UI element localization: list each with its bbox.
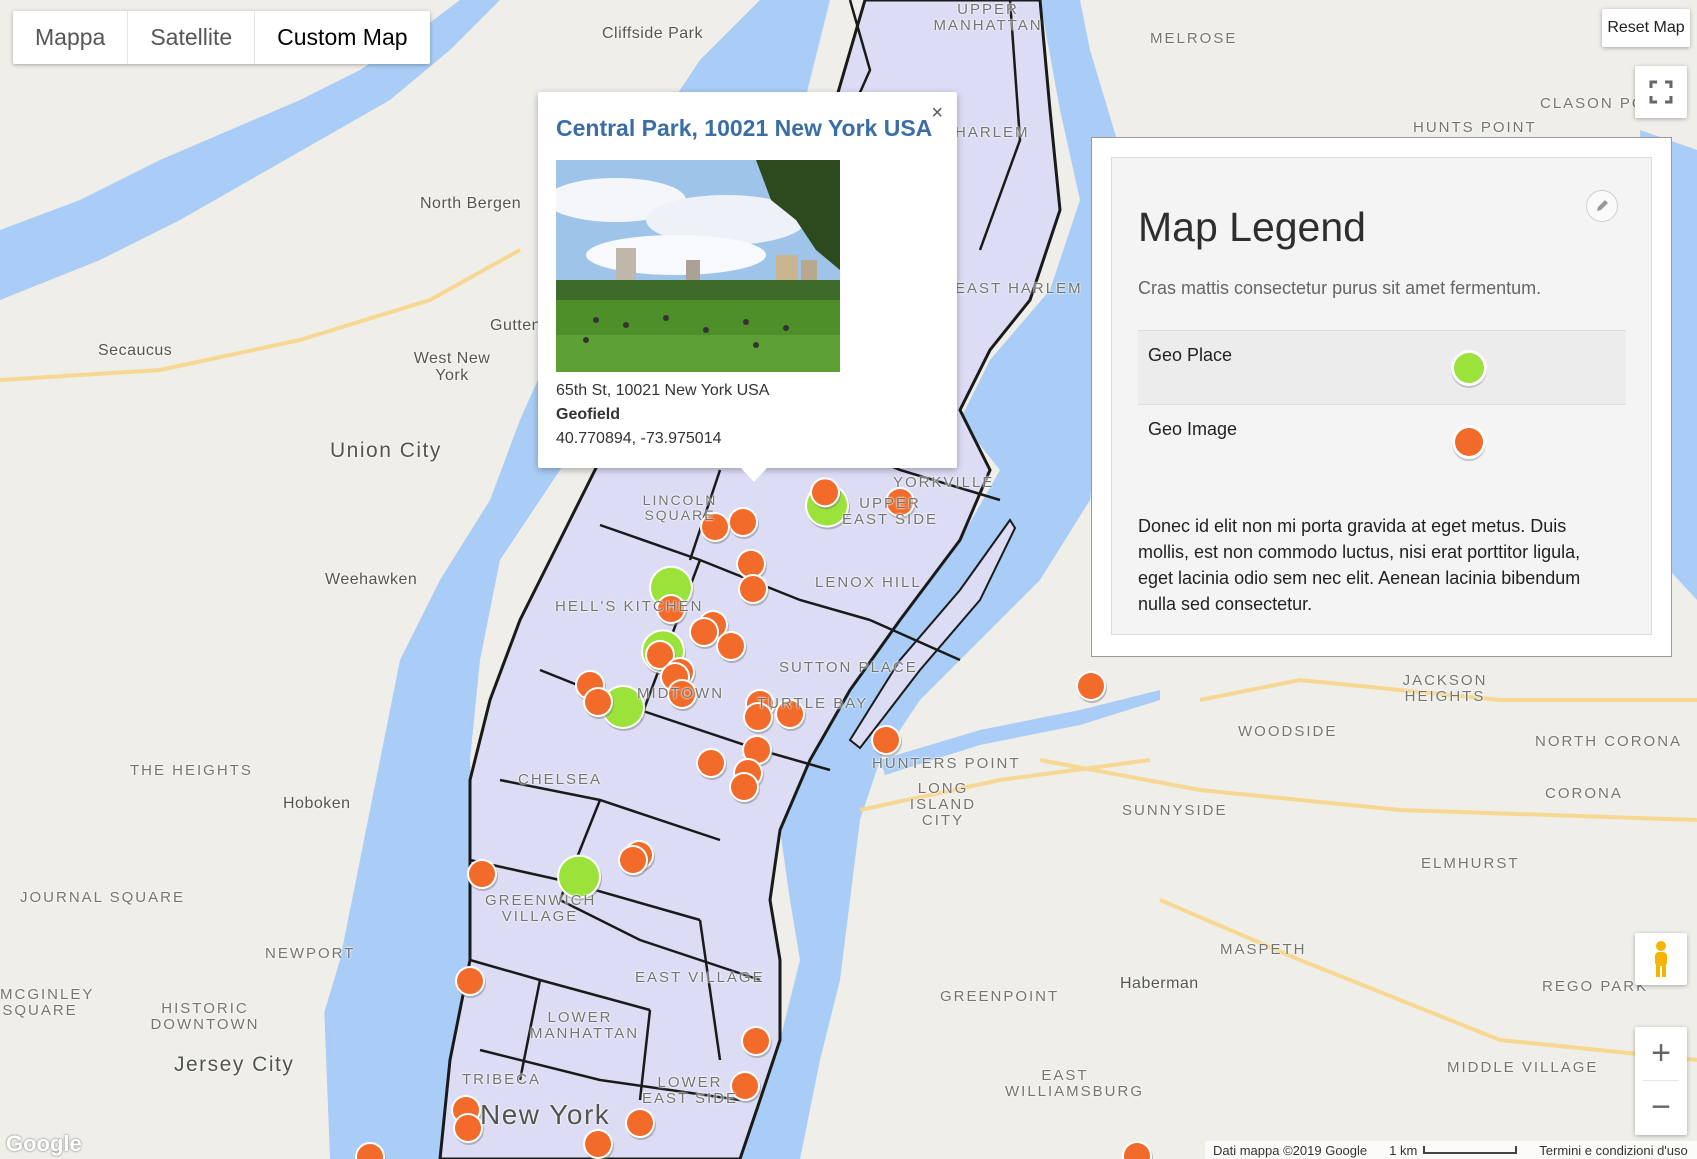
label-greenwich-village: GREENWICH VILLAGE xyxy=(485,892,597,925)
zoom-control: + − xyxy=(1635,1027,1687,1135)
label-chelsea: CHELSEA xyxy=(518,771,603,788)
label-hunts-point: HUNTS POINT xyxy=(1413,119,1537,136)
pencil-icon xyxy=(1597,200,1608,211)
label-greenpoint: GREENPOINT xyxy=(940,988,1060,1005)
label-woodside: WOODSIDE xyxy=(1238,723,1338,740)
label-elmhurst: ELMHURST xyxy=(1421,855,1520,872)
legend-table: Geo Place Geo Image xyxy=(1138,330,1626,478)
label-hunters-point: HUNTERS POINT xyxy=(872,755,1021,772)
label-long-island-city: LONG ISLAND CITY xyxy=(909,780,977,829)
legend-card: Map Legend Cras mattis consectetur purus… xyxy=(1111,157,1652,635)
info-address: 65th St, 10021 New York USA xyxy=(556,382,770,399)
legend-row-geo-place: Geo Place xyxy=(1138,330,1626,404)
label-north-bergen: North Bergen xyxy=(420,195,522,212)
legend-subtitle: Cras mattis consectetur purus sit amet f… xyxy=(1138,278,1542,298)
geo-image-swatch-icon xyxy=(1452,425,1486,461)
label-west-new-york: West New York xyxy=(413,350,491,384)
label-sutton-place: SUTTON PLACE xyxy=(779,659,918,676)
label-hoboken: Hoboken xyxy=(283,795,351,812)
label-lincoln-square: LINCOLN SQUARE xyxy=(642,492,718,523)
legend-label-geo-place: Geo Place xyxy=(1148,345,1233,365)
label-lower-east-side: LOWER EAST SIDE xyxy=(641,1074,739,1107)
legend-row-geo-image: Geo Image xyxy=(1138,404,1626,478)
label-maspeth: MASPETH xyxy=(1220,941,1307,958)
legend-panel: Map Legend Cras mattis consectetur purus… xyxy=(1091,137,1672,657)
label-north-corona: NORTH CORONA xyxy=(1535,733,1683,750)
map-type-satellite-button[interactable]: Satellite xyxy=(128,11,256,64)
label-lenox-hill: LENOX HILL xyxy=(815,574,922,591)
label-cliffside-park: Cliffside Park xyxy=(602,25,703,42)
close-icon[interactable]: × xyxy=(931,102,943,125)
legend-title: Map Legend xyxy=(1138,204,1366,250)
label-yorkville: YORKVILLE xyxy=(893,474,995,491)
label-the-heights: THE HEIGHTS xyxy=(130,762,253,779)
legend-label-geo-image: Geo Image xyxy=(1148,419,1238,439)
label-turtle-bay: TURTLE BAY xyxy=(757,695,869,712)
street-view-button[interactable] xyxy=(1635,933,1687,985)
label-upper-east-side: UPPER EAST SIDE xyxy=(841,495,939,528)
scale-label: 1 km xyxy=(1389,1142,1418,1158)
label-midtown: MIDTOWN xyxy=(637,685,725,702)
label-gutten: Gutten xyxy=(490,317,542,334)
reset-map-button[interactable]: Reset Map xyxy=(1602,9,1690,47)
map-data-credit: Dati mappa ©2019 Google xyxy=(1213,1142,1368,1158)
info-window: × Central Park, 10021 New York USA 65th … xyxy=(538,92,957,482)
pegman-icon xyxy=(1655,941,1667,977)
label-new-york: New York xyxy=(480,1099,611,1130)
fullscreen-icon xyxy=(1649,80,1673,104)
label-sunnyside: SUNNYSIDE xyxy=(1122,802,1228,819)
label-harlem: HARLEM xyxy=(955,124,1030,141)
info-coordinates: 40.770894, -73.975014 xyxy=(556,430,722,447)
fullscreen-button[interactable] xyxy=(1635,66,1687,118)
info-window-title[interactable]: Central Park, 10021 New York USA xyxy=(556,115,932,142)
central-park-photo xyxy=(556,160,840,372)
label-melrose: MELROSE xyxy=(1150,30,1238,47)
label-newport: NEWPORT xyxy=(265,945,356,962)
label-hells-kitchen: HELL'S KITCHEN xyxy=(555,598,704,615)
label-corona: CORONA xyxy=(1545,785,1623,802)
label-east-village: EAST VILLAGE xyxy=(635,969,765,986)
label-lower-manhattan: LOWER MANHATTAN xyxy=(530,1009,640,1042)
label-jersey-city: Jersey City xyxy=(174,1053,295,1076)
label-historic-downtown: HISTORIC DOWNTOWN xyxy=(150,1000,260,1033)
zoom-out-button[interactable]: − xyxy=(1635,1081,1687,1134)
map-type-mappa-button[interactable]: Mappa xyxy=(13,11,129,64)
label-upper-manhattan: UPPER MANHATTAN xyxy=(933,1,1043,34)
label-east-williamsburg: EAST WILLIAMSBURG xyxy=(1005,1067,1145,1100)
legend-description: Donec id elit non mi porta gravida at eg… xyxy=(1138,516,1581,614)
map-type-control: Mappa Satellite Custom Map xyxy=(13,11,430,64)
label-tribeca: TRIBECA xyxy=(462,1071,542,1088)
terms-link[interactable]: Termini e condizioni d'uso xyxy=(1539,1143,1687,1158)
geo-place-swatch-icon xyxy=(1451,350,1487,388)
label-haberman: Haberman xyxy=(1120,975,1199,992)
label-middle-village: MIDDLE VILLAGE xyxy=(1447,1059,1599,1076)
scale-bar xyxy=(1423,1146,1518,1154)
label-jackson-heights: JACKSON HEIGHTS xyxy=(1402,672,1488,705)
edit-legend-button[interactable] xyxy=(1586,190,1618,222)
map-footer: Dati mappa ©2019 Google 1 km Termini e c… xyxy=(1205,1141,1697,1159)
info-field-label: Geofield xyxy=(556,406,621,423)
label-rego-park: REGO PARK xyxy=(1542,978,1649,995)
label-journal-square: JOURNAL SQUARE xyxy=(20,889,185,906)
info-window-pointer xyxy=(741,468,767,482)
zoom-in-button[interactable]: + xyxy=(1635,1027,1687,1080)
label-weehawken: Weehawken xyxy=(325,571,418,588)
map-type-custom-button[interactable]: Custom Map xyxy=(255,11,429,64)
scale-control[interactable]: 1 km xyxy=(1389,1142,1518,1158)
label-union-city: Union City xyxy=(330,439,442,462)
label-mcginley-square: MCGINLEY SQUARE xyxy=(0,986,95,1019)
label-east-harlem: EAST HARLEM xyxy=(955,280,1083,297)
google-logo[interactable]: Google xyxy=(6,1131,82,1157)
label-secaucus: Secaucus xyxy=(98,342,173,359)
